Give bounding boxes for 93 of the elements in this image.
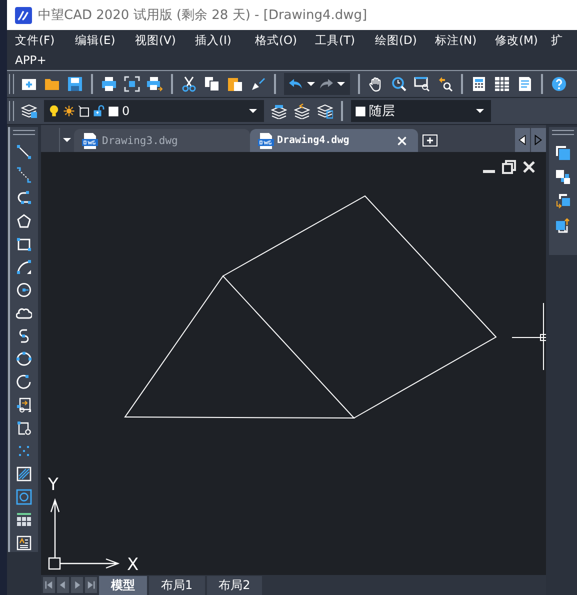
close-icon[interactable]: [522, 160, 536, 174]
rectangle-icon[interactable]: [16, 236, 32, 252]
left-arrow-icon: [58, 579, 68, 591]
color-swatch-icon: [108, 106, 119, 116]
window-title: 中望CAD 2020 试用版 (剩余 28 天) - [Drawing4.dwg]: [38, 7, 368, 24]
magnifier-arrow-icon[interactable]: [437, 76, 453, 92]
scattered-squares-icon[interactable]: [555, 169, 571, 185]
left-arrow-icon: [516, 132, 528, 148]
save-icon[interactable]: [67, 76, 83, 92]
printer-icon[interactable]: [101, 76, 117, 92]
arc-icon[interactable]: [16, 259, 32, 275]
menu-item[interactable]: APP+: [7, 53, 46, 67]
x-axis-label: X: [127, 555, 139, 575]
right-arrow-icon: [532, 132, 544, 148]
magnifier-icon[interactable]: [391, 76, 407, 92]
menu-item[interactable]: 格式(O): [245, 32, 301, 48]
tab-label: Drawing3.dwg: [102, 134, 178, 146]
y-axis-label: Y: [48, 475, 58, 495]
menu-item[interactable]: 工具(T): [305, 32, 361, 48]
menu-item[interactable]: 扩: [545, 32, 563, 48]
square-icon: [78, 105, 90, 117]
block-icon[interactable]: [16, 420, 32, 436]
menu-item[interactable]: 插入(I): [185, 32, 241, 48]
ellipse-icon[interactable]: [16, 351, 32, 367]
pentagon-icon[interactable]: [16, 213, 32, 229]
new-file-icon[interactable]: [21, 76, 37, 92]
circle-in-square-icon[interactable]: [16, 489, 32, 505]
paste-icon[interactable]: [227, 76, 243, 92]
restore-icon[interactable]: [502, 160, 516, 174]
crosshair-cursor: [512, 302, 546, 370]
dotted-line-icon[interactable]: [16, 167, 32, 183]
scissors-icon[interactable]: [181, 76, 197, 92]
right-arrow-icon: [72, 579, 82, 591]
brush-icon[interactable]: [250, 76, 266, 92]
first-arrow-icon: [44, 579, 54, 591]
window-zoom-icon[interactable]: [414, 76, 430, 92]
layer-name: 0: [122, 104, 130, 118]
next-page-button[interactable]: [71, 577, 83, 593]
line-icon[interactable]: [16, 144, 32, 160]
document-tab[interactable]: Drawing4.dwg: [250, 129, 418, 152]
color-swatch-icon: [355, 106, 366, 116]
dots-icon[interactable]: [16, 443, 32, 459]
insert-frame-icon[interactable]: [16, 397, 32, 413]
grid-icon[interactable]: [494, 76, 510, 92]
document-tab[interactable]: Drawing3.dwg: [74, 129, 250, 152]
open-circle-icon[interactable]: [16, 374, 32, 390]
calculator-icon[interactable]: [471, 76, 487, 92]
color-name: 随层: [369, 103, 395, 120]
ucs-axes-icon: [48, 498, 120, 570]
last-page-button[interactable]: [85, 577, 97, 593]
menu-item[interactable]: 标注(N): [425, 32, 481, 48]
frame-icon[interactable]: [124, 76, 140, 92]
square-arrow-icon[interactable]: [555, 193, 571, 209]
bulb-icon: [48, 105, 60, 117]
layer-up-icon[interactable]: [271, 103, 287, 119]
document-icon[interactable]: [517, 76, 533, 92]
layout-tab[interactable]: 布局1: [149, 576, 205, 594]
folder-icon[interactable]: [44, 76, 60, 92]
text-box-icon[interactable]: [16, 535, 32, 551]
layer-list-icon[interactable]: [317, 103, 333, 119]
dwg-file-icon: [258, 132, 274, 148]
app-logo-icon: [15, 6, 32, 24]
hook-curve-icon[interactable]: [16, 190, 32, 206]
scroll-right-button[interactable]: [531, 128, 546, 152]
tab-label: Drawing4.dwg: [277, 135, 350, 146]
first-page-button[interactable]: [43, 577, 55, 593]
plus-icon: [422, 132, 438, 148]
layer-dropdown[interactable]: 0: [44, 100, 264, 122]
layout-tab[interactable]: 模型: [99, 576, 147, 594]
table-icon[interactable]: [16, 512, 32, 528]
menu-item[interactable]: 修改(M): [485, 32, 541, 48]
scroll-left-button[interactable]: [515, 128, 530, 152]
color-dropdown[interactable]: 随层: [351, 100, 491, 122]
printer-arrow-icon[interactable]: [147, 76, 163, 92]
help-icon[interactable]: [551, 76, 567, 92]
drawing-canvas[interactable]: Y X: [41, 152, 546, 575]
layers-icon[interactable]: [21, 103, 37, 119]
layout-tab[interactable]: 布局2: [206, 576, 262, 594]
layer-back-icon[interactable]: [294, 103, 310, 119]
copy-icon[interactable]: [204, 76, 220, 92]
lock-icon: [93, 105, 105, 117]
menu-item[interactable]: 视图(V): [125, 32, 181, 48]
hatch-icon[interactable]: [16, 466, 32, 482]
menu-item[interactable]: 文件(F): [7, 32, 61, 48]
dwg-file-icon: [82, 132, 98, 148]
stacked-squares-icon[interactable]: [555, 145, 571, 161]
circle-icon[interactable]: [16, 282, 32, 298]
sun-icon: [63, 105, 75, 117]
previous-page-button[interactable]: [57, 577, 69, 593]
menu-item[interactable]: 编辑(E): [65, 32, 121, 48]
square-up-arrow-icon[interactable]: [555, 217, 571, 233]
menu-item[interactable]: 绘图(D): [365, 32, 421, 48]
last-arrow-icon: [86, 579, 96, 591]
